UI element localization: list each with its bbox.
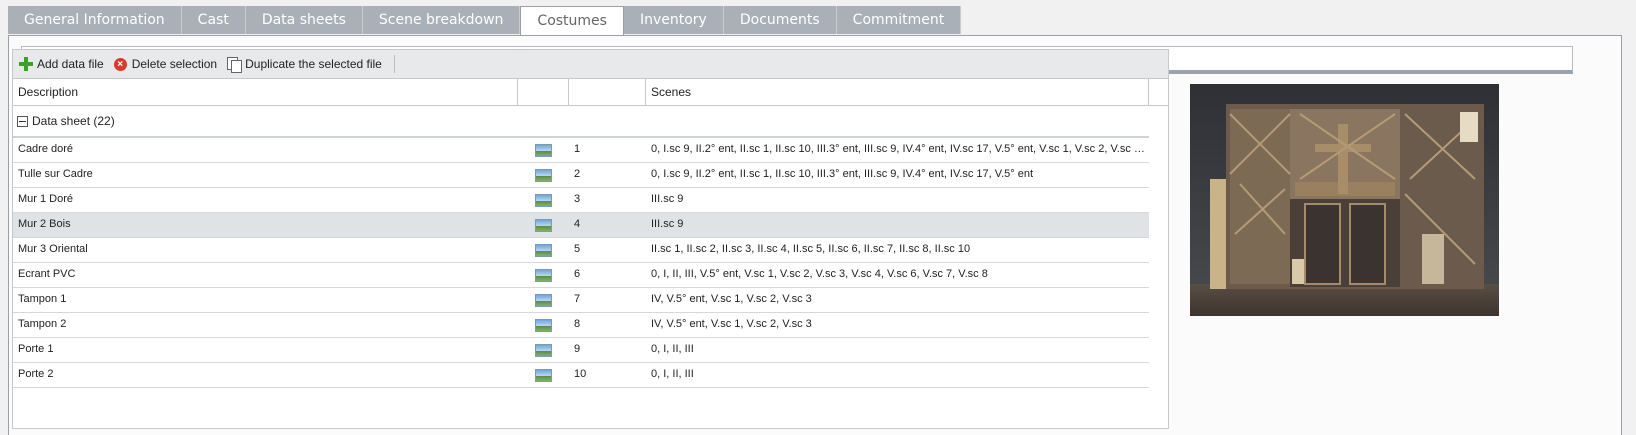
column-header-scenes[interactable]: Scenes bbox=[646, 79, 1149, 105]
row-scenes: 0, I, II, III, V.5° ent, V.sc 1, V.sc 2,… bbox=[651, 268, 988, 280]
image-icon[interactable] bbox=[535, 318, 552, 332]
row-description: Cadre doré bbox=[18, 143, 74, 155]
column-header-description[interactable]: Description bbox=[13, 79, 518, 105]
table-row[interactable]: Ecrant PVC 6 0, I, II, III, V.5° ent, V.sc… bbox=[13, 263, 1149, 288]
duplicate-file-button[interactable]: Duplicate the selected file bbox=[227, 56, 382, 73]
image-icon[interactable] bbox=[535, 368, 552, 382]
add-data-file-label: Add data file bbox=[37, 57, 104, 71]
row-description: Tampon 1 bbox=[18, 293, 67, 305]
image-icon[interactable] bbox=[535, 243, 552, 257]
duplicate-file-label: Duplicate the selected file bbox=[245, 57, 382, 71]
row-number: 3 bbox=[574, 193, 581, 205]
image-icon[interactable] bbox=[535, 343, 552, 357]
row-scenes: IV, V.5° ent, V.sc 1, V.sc 2, V.sc 3 bbox=[651, 318, 812, 330]
row-number: 4 bbox=[574, 218, 581, 230]
image-icon[interactable] bbox=[535, 268, 552, 282]
tab-cast[interactable]: Cast bbox=[181, 6, 246, 34]
row-description: Ecrant PVC bbox=[18, 268, 76, 280]
row-number: 6 bbox=[574, 268, 581, 280]
row-number: 10 bbox=[574, 368, 587, 380]
image-icon[interactable] bbox=[535, 168, 552, 182]
table-row[interactable]: Porte 2 10 0, I, II, III bbox=[13, 363, 1149, 388]
column-header-image[interactable] bbox=[518, 79, 569, 105]
row-description: Porte 1 bbox=[18, 343, 54, 355]
tab-documents[interactable]: Documents bbox=[723, 6, 837, 34]
row-image-cell[interactable] bbox=[518, 363, 569, 387]
table-row[interactable]: Mur 1 Doré 3 III.sc 9 bbox=[13, 188, 1149, 213]
row-number: 7 bbox=[574, 293, 581, 305]
row-image-cell[interactable] bbox=[518, 238, 569, 262]
tab-commitment[interactable]: Commitment bbox=[836, 6, 962, 34]
row-description: Mur 2 Bois bbox=[18, 218, 71, 230]
grid-body: Cadre doré 1 0, I.sc 9, II.2° ent, II.sc 1… bbox=[13, 138, 1168, 388]
data-grid: Add data file × Delete selection Duplica… bbox=[12, 49, 1169, 429]
row-image-cell[interactable] bbox=[518, 288, 569, 312]
row-description: Mur 1 Doré bbox=[18, 193, 74, 205]
row-scenes: III.sc 9 bbox=[651, 218, 684, 230]
tab-data-sheets[interactable]: Data sheets bbox=[245, 6, 363, 34]
table-row[interactable]: Mur 3 Oriental 5 II.sc 1, II.sc 2, II.sc 3… bbox=[13, 238, 1149, 263]
group-label: Data sheet (22) bbox=[32, 114, 115, 128]
table-row[interactable]: Cadre doré 1 0, I.sc 9, II.2° ent, II.sc 1… bbox=[13, 138, 1149, 163]
row-scenes: 0, I, II, III bbox=[651, 368, 694, 380]
collapse-icon[interactable] bbox=[17, 115, 28, 127]
row-description: Tampon 2 bbox=[18, 318, 67, 330]
toolbar-separator bbox=[393, 55, 395, 73]
row-image-cell[interactable] bbox=[518, 263, 569, 287]
stage-set-photo bbox=[1190, 84, 1499, 316]
row-number: 8 bbox=[574, 318, 581, 330]
delete-selection-label: Delete selection bbox=[131, 57, 218, 71]
row-number: 1 bbox=[574, 143, 581, 155]
row-image-cell[interactable] bbox=[518, 338, 569, 362]
row-scenes: 0, I, II, III bbox=[651, 343, 694, 355]
duplicate-icon bbox=[227, 56, 243, 73]
tab-inventory[interactable]: Inventory bbox=[623, 6, 724, 34]
row-image-cell[interactable] bbox=[518, 163, 569, 187]
tab-general-information[interactable]: General Information bbox=[8, 6, 182, 34]
row-number: 9 bbox=[574, 343, 581, 355]
row-description: Porte 2 bbox=[18, 368, 54, 380]
row-scenes: 0, I.sc 9, II.2° ent, II.sc 1, II.sc 10,… bbox=[651, 143, 1149, 155]
row-scenes: II.sc 1, II.sc 2, II.sc 3, II.sc 4, II.s… bbox=[651, 243, 971, 255]
row-image-cell[interactable] bbox=[518, 313, 569, 337]
table-row[interactable]: Porte 1 9 0, I, II, III bbox=[13, 338, 1149, 363]
add-data-file-button[interactable]: Add data file bbox=[19, 57, 104, 71]
row-number: 5 bbox=[574, 243, 581, 255]
plus-icon bbox=[19, 57, 33, 71]
delete-selection-button[interactable]: × Delete selection bbox=[113, 57, 218, 71]
image-icon[interactable] bbox=[535, 193, 552, 207]
row-description: Mur 3 Oriental bbox=[18, 243, 88, 255]
image-icon[interactable] bbox=[535, 218, 552, 232]
row-scenes: 0, I.sc 9, II.2° ent, II.sc 1, II.sc 10,… bbox=[651, 168, 1034, 180]
group-header[interactable]: Data sheet (22) bbox=[13, 106, 1149, 138]
top-tab-bar: General Information Cast Data sheets Scene … bbox=[8, 6, 962, 36]
tab-costumes[interactable]: Costumes bbox=[520, 6, 624, 36]
grid-toolbar: Add data file × Delete selection Duplica… bbox=[13, 50, 1168, 79]
row-image-cell[interactable] bbox=[518, 188, 569, 212]
row-number: 2 bbox=[574, 168, 581, 180]
column-header-number[interactable] bbox=[569, 79, 646, 105]
table-row[interactable]: Tulle sur Cadre 2 0, I.sc 9, II.2° ent, II… bbox=[13, 163, 1149, 188]
table-row[interactable]: Tampon 1 7 IV, V.5° ent, V.sc 1, V.sc 2, V… bbox=[13, 288, 1149, 313]
tab-scene-breakdown[interactable]: Scene breakdown bbox=[362, 6, 521, 34]
row-image-cell[interactable] bbox=[518, 138, 569, 162]
image-icon[interactable] bbox=[535, 293, 552, 307]
preview-image bbox=[1190, 84, 1499, 316]
row-scenes: III.sc 9 bbox=[651, 193, 684, 205]
row-image-cell[interactable] bbox=[518, 213, 569, 237]
grid-header: Description Scenes bbox=[13, 79, 1168, 106]
delete-icon: × bbox=[113, 57, 127, 71]
image-icon[interactable] bbox=[535, 143, 552, 157]
table-row[interactable]: Mur 2 Bois 4 III.sc 9 bbox=[13, 213, 1149, 238]
row-description: Tulle sur Cadre bbox=[18, 168, 93, 180]
row-scenes: IV, V.5° ent, V.sc 1, V.sc 2, V.sc 3 bbox=[651, 293, 812, 305]
table-row[interactable]: Tampon 2 8 IV, V.5° ent, V.sc 1, V.sc 2, V… bbox=[13, 313, 1149, 338]
column-header-extra bbox=[1149, 79, 1168, 105]
